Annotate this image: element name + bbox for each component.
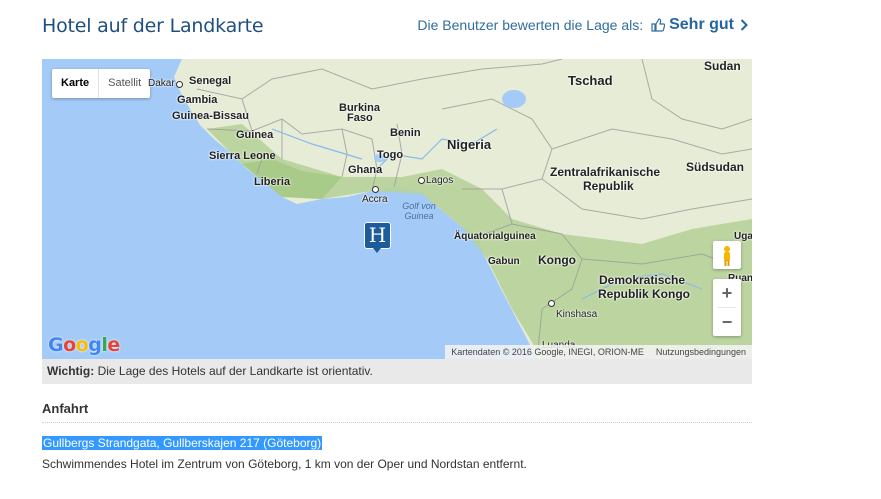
city-dot <box>372 186 379 193</box>
map-label: Äquatorialguinea <box>454 231 536 242</box>
city-dot <box>548 300 555 307</box>
map-label: Kinshasa <box>556 309 598 320</box>
map-type-switcher: Karte Satellit <box>52 69 151 98</box>
terms-link[interactable]: Nutzungsbedingungen <box>650 345 752 359</box>
map-label: Nigeria <box>447 137 492 152</box>
chevron-right-icon <box>740 19 748 31</box>
map-notice: Wichtig: Die Lage des Hotels auf der Lan… <box>42 359 752 384</box>
attribution-text: Kartendaten © 2016 Google, INEGI, ORION-… <box>451 347 644 357</box>
zoom-in-button[interactable]: + <box>713 279 741 307</box>
map-label: Guinea-Bissau <box>172 110 250 122</box>
zoom-out-button[interactable]: − <box>713 308 741 336</box>
thumbs-up-icon <box>651 18 666 32</box>
map-label: Republik Kongo <box>598 287 690 301</box>
map-label: Togo <box>377 149 404 161</box>
map-label: Südsudan <box>686 160 745 174</box>
city-dot <box>418 177 425 184</box>
sea-label: Golf von Guinea <box>402 201 436 221</box>
map-label: Dakar <box>148 78 175 89</box>
city-dot <box>176 81 183 88</box>
map-attribution: Kartendaten © 2016 Google, INEGI, ORION-… <box>445 345 752 359</box>
section-title: Hotel auf der Landkarte <box>42 15 264 37</box>
google-logo: Google <box>48 334 120 356</box>
zoom-control: + − <box>713 279 741 336</box>
directions-heading: Anfahrt <box>42 401 89 416</box>
map-label: Zentralafrikanische <box>550 165 661 179</box>
map-label: Accra <box>362 194 388 205</box>
divider <box>42 422 752 423</box>
map-label: Benin <box>390 127 421 139</box>
location-rating[interactable]: Die Benutzer bewerten die Lage als: Sehr… <box>417 16 748 34</box>
hotel-marker[interactable]: H <box>364 222 391 253</box>
map-label: Gabun <box>488 256 520 267</box>
map-label: Demokratische <box>599 273 686 287</box>
map-label: Sierra Leone <box>209 150 276 162</box>
hotel-address: Gullbergs Strandgata, Gullberskajen 217 … <box>42 436 323 450</box>
map-view[interactable]: Karte Satellit Dakar Senegal Gambia Guin… <box>42 59 752 359</box>
rating-prefix: Die Benutzer bewerten die Lage als: <box>417 17 644 33</box>
map-label: Tschad <box>568 73 613 88</box>
map-label: Guinea <box>236 129 274 141</box>
map-label: Lagos <box>426 175 454 186</box>
map-label: Liberia <box>254 176 291 188</box>
notice-bold: Wichtig: <box>47 364 95 378</box>
map-type-satellit[interactable]: Satellit <box>99 69 150 98</box>
map-label: Faso <box>347 112 373 124</box>
map-label: Republik <box>583 179 634 193</box>
hotel-description: Schwimmendes Hotel im Zentrum von Götebo… <box>42 457 527 471</box>
map-label: Gambia <box>177 94 218 106</box>
map-label: Sudan <box>704 59 741 73</box>
map-label: Ghana <box>348 164 383 176</box>
notice-text: Die Lage des Hotels auf der Landkarte is… <box>97 364 373 378</box>
map-section-header: Hotel auf der Landkarte Die Benutzer bew… <box>42 14 752 38</box>
map-label: Senegal <box>189 75 232 87</box>
map-label: Kongo <box>538 253 576 267</box>
map-type-karte[interactable]: Karte <box>52 69 100 98</box>
street-view-pegman-icon[interactable] <box>713 241 741 269</box>
rating-value: Sehr gut <box>669 16 734 33</box>
